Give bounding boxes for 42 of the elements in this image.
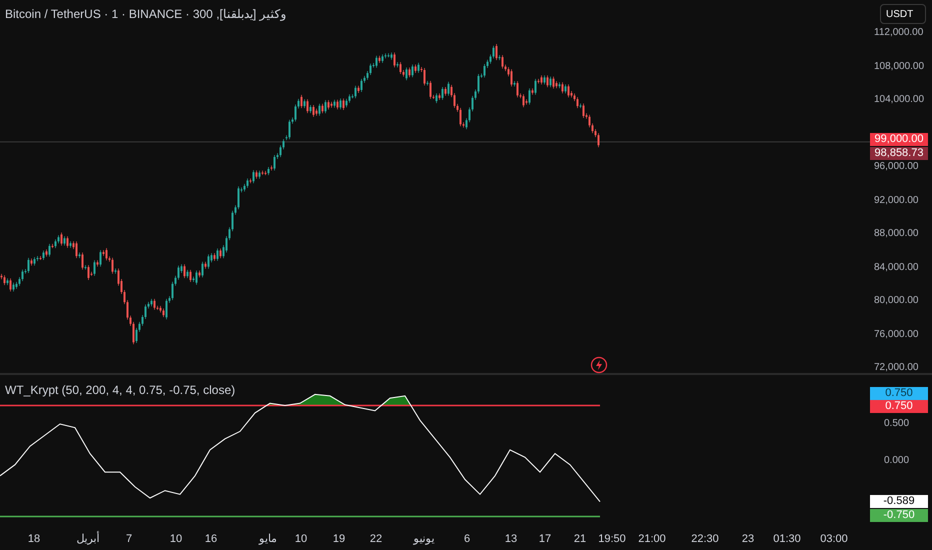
indicator-axis-label: 0.000 — [884, 454, 910, 468]
time-axis-label: 22:30 — [691, 532, 719, 547]
time-axis-label: مايو — [259, 532, 277, 547]
time-axis-label: 17 — [538, 532, 552, 547]
time-axis-label: 7 — [126, 532, 132, 547]
time-axis-label: 13 — [504, 532, 518, 547]
time-axis-label: 6 — [464, 532, 470, 547]
time-axis-label: 21 — [574, 532, 586, 547]
price-axis-label: 92,000.00 — [874, 194, 918, 208]
indicator-label: WT_Krypt (50, 200, 4, 4, 0.75, -0.75, close) — [5, 382, 236, 399]
time-axis-label: 22 — [370, 532, 382, 547]
time-axis-label: 16 — [204, 532, 218, 547]
price-axis-label: 72,000.00 — [874, 361, 918, 375]
currency-button[interactable]: USDT — [880, 4, 926, 24]
time-axis-label: يونيو — [414, 532, 434, 547]
price-axis-label: 96,000.00 — [874, 160, 918, 174]
price-axis-label: 80,000.00 — [874, 294, 918, 308]
time-axis-label: 23 — [742, 532, 754, 547]
price-tag: 99,000.00 — [870, 133, 928, 146]
time-axis-label: 18 — [28, 532, 40, 547]
price-axis-label: 112,000.00 — [874, 26, 924, 40]
price-axis-label: 84,000.00 — [874, 260, 918, 274]
indicator-axis-label: 0.500 — [884, 417, 910, 431]
price-tag: -0.589 — [870, 495, 928, 508]
price-axis-label: 88,000.00 — [874, 227, 918, 241]
time-axis-label: 10 — [170, 532, 182, 547]
time-axis-label: 01:30 — [773, 532, 801, 547]
time-axis-label: 19 — [332, 532, 346, 547]
time-axis-label: 10 — [294, 532, 308, 547]
time-axis-label: 03:00 — [820, 532, 848, 547]
time-axis-label: 19:50 — [598, 532, 626, 547]
price-axis-label: 104,000.00 — [874, 93, 924, 107]
price-tag: 0.750 — [870, 387, 928, 400]
chart-title: Bitcoin / TetherUS · 1 · BINANCE · 300 ,وكثير [يدبلقنا] — [5, 6, 287, 23]
price-axis-label: 76,000.00 — [874, 328, 918, 342]
lightning-icon — [590, 356, 608, 374]
price-tag: -0.750 — [870, 509, 928, 522]
price-tag: 0.750 — [870, 400, 928, 413]
price-tag: 98,858.73 — [870, 147, 928, 160]
time-axis-label: 21:00 — [638, 532, 666, 547]
price-axis-label: 108,000.00 — [874, 60, 924, 74]
time-axis-label: أبريل — [76, 531, 100, 547]
